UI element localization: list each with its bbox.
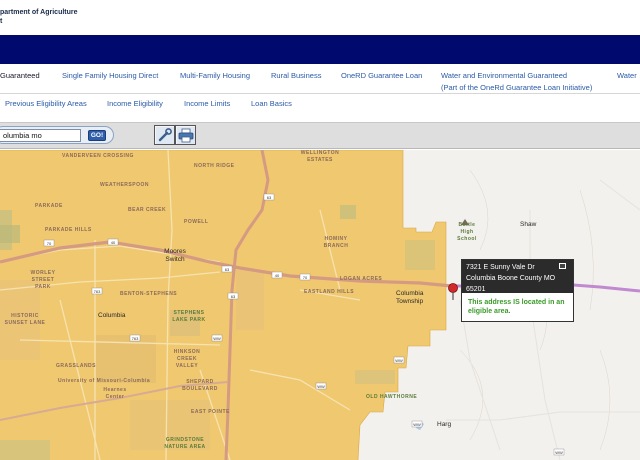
eligibility-message: This address IS located in an eligible a…	[468, 299, 565, 315]
svg-text:WW: WW	[555, 450, 563, 455]
map-label: Battle High School	[457, 222, 477, 242]
popup-minimize-icon[interactable]	[559, 263, 566, 269]
map-label: WORLEY STREET PARK	[30, 270, 56, 290]
svg-text:70: 70	[47, 241, 52, 246]
map-label: SHEPARD BOULEVARD	[182, 379, 218, 392]
map-label: Columbia	[98, 312, 126, 319]
address-search-input[interactable]	[0, 129, 81, 142]
svg-text:763: 763	[94, 289, 101, 294]
map-label: HOMINY BRANCH	[323, 236, 349, 249]
go-button[interactable]: GO!	[88, 130, 106, 141]
map-label: BENTON-STEPHENS	[120, 291, 178, 297]
map-label: PARKADE	[35, 203, 63, 209]
header-banner	[0, 35, 640, 64]
search-box: GO!	[0, 126, 114, 144]
tools-button[interactable]	[154, 125, 175, 145]
address-result-popup: 7321 E Sunny Vale Dr Columbia Boone Coun…	[461, 259, 574, 322]
nav-water-environmental-guaranteed[interactable]: Water and Environmental Guaranteed (Part …	[441, 71, 592, 92]
nav-loan-basics[interactable]: Loan Basics	[251, 99, 292, 108]
program-nav: Guaranteed Single Family Housing Direct …	[0, 64, 640, 94]
map-label: OLD HAWTHORNE	[366, 394, 418, 400]
print-button[interactable]	[175, 125, 196, 145]
map-label: EASTLAND HILLS	[304, 289, 355, 295]
map-label: Shaw	[520, 221, 537, 228]
nav-income-eligibility[interactable]: Income Eligibility	[107, 99, 163, 108]
nav-water[interactable]: Water	[617, 71, 637, 80]
svg-text:WW: WW	[413, 422, 421, 427]
nav-rural-business[interactable]: Rural Business	[271, 71, 321, 80]
svg-text:40: 40	[275, 273, 280, 278]
map-label: HISTORIC SUNSET LANE	[4, 313, 46, 326]
map-label: STEPHENS LAKE PARK	[172, 310, 206, 323]
printer-icon	[177, 127, 195, 144]
map-label: POWELL	[184, 219, 209, 225]
map-label: LOGAN ACRES	[340, 276, 383, 282]
info-nav: Previous Eligibility Areas Income Eligib…	[0, 94, 640, 122]
map-label: Columbia Township	[396, 290, 424, 305]
eligibility-page: partment of Agriculture t Guaranteed Sin…	[0, 0, 640, 460]
nav-multi-family-housing[interactable]: Multi-Family Housing	[180, 71, 250, 80]
svg-text:63: 63	[225, 267, 230, 272]
location-pin-icon[interactable]	[447, 283, 459, 301]
nav-income-limits[interactable]: Income Limits	[184, 99, 230, 108]
map-label: HINKSON CREEK VALLEY	[173, 349, 201, 369]
svg-text:WW: WW	[213, 336, 221, 341]
svg-text:63: 63	[231, 294, 236, 299]
agency-name: partment of Agriculture	[0, 9, 78, 16]
svg-text:763: 763	[132, 336, 139, 341]
map-label: BEAR CREEK	[128, 207, 167, 213]
nav-onerd-guarantee-loan[interactable]: OneRD Guarantee Loan	[341, 71, 422, 80]
nav-previous-eligibility-areas[interactable]: Previous Eligibility Areas	[5, 99, 87, 108]
map-label: University of Missouri-Columbia	[58, 378, 151, 384]
map-label: GRINDSTONE NATURE AREA	[164, 437, 206, 450]
nav-guaranteed[interactable]: Guaranteed	[0, 71, 40, 80]
map-toolbar: GO!	[0, 122, 640, 149]
map-label: EAST POINTE	[191, 409, 230, 415]
nav-single-family-housing-direct[interactable]: Single Family Housing Direct	[62, 71, 158, 80]
map-label: Hearnes Center	[103, 387, 127, 400]
address-line-2: Columbia Boone County MO	[466, 275, 556, 282]
svg-text:WW: WW	[317, 384, 325, 389]
map-label: WEATHERSPOON	[100, 182, 149, 188]
agency-header: partment of Agriculture t	[0, 0, 640, 35]
map-label: PARKADE HILLS	[45, 227, 92, 233]
agency-subname: t	[0, 18, 3, 25]
svg-text:WW: WW	[395, 358, 403, 363]
svg-text:70: 70	[303, 275, 308, 280]
popup-header: 7321 E Sunny Vale Dr Columbia Boone Coun…	[462, 260, 573, 293]
svg-text:63: 63	[267, 195, 272, 200]
map-label: Moores Switch	[164, 248, 186, 263]
map-label: WELLINGTON ESTATES	[300, 150, 340, 163]
map-label: NORTH RIDGE	[194, 163, 235, 169]
map-label: GRASSLANDS	[56, 363, 97, 369]
address-line-1: 7321 E Sunny Vale Dr	[466, 264, 535, 271]
map-label: Harg	[437, 421, 452, 428]
wrench-icon	[156, 127, 174, 144]
svg-text:40: 40	[111, 240, 116, 245]
eligibility-map[interactable]: 70 40 63 40 70 63 63 763 763 WW WW WW WW…	[0, 150, 640, 460]
map-label: VANDERVEEN CROSSING	[62, 153, 134, 159]
